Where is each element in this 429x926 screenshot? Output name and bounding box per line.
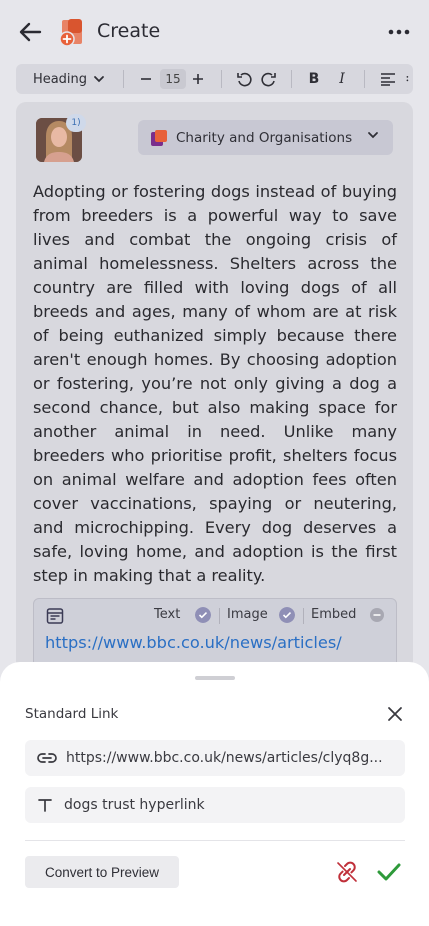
align-button[interactable]: [378, 64, 398, 94]
divider: [25, 840, 405, 841]
embed-option-image[interactable]: Image: [227, 607, 268, 622]
link-icon: [37, 753, 57, 763]
category-dropdown[interactable]: Charity and Organisations: [138, 120, 393, 155]
style-dropdown[interactable]: Heading: [30, 64, 108, 94]
font-size-value[interactable]: 15: [160, 69, 186, 89]
italic-button[interactable]: I: [332, 64, 352, 94]
bold-button[interactable]: B: [304, 64, 324, 94]
redo-icon: [261, 72, 276, 87]
embed-url-link[interactable]: https://www.bbc.co.uk/news/articles/: [45, 633, 342, 652]
more-options-icon[interactable]: [388, 22, 410, 42]
app-header: Create: [0, 0, 429, 62]
list-icon: [406, 76, 409, 82]
decrease-size-button[interactable]: [136, 64, 156, 94]
sheet-title: Standard Link: [25, 706, 119, 722]
embed-option-text[interactable]: Text: [154, 607, 180, 622]
link-url-field[interactable]: https://www.bbc.co.uk/news/articles/clyq…: [25, 740, 405, 776]
minus-icon: [141, 78, 151, 80]
back-arrow-icon[interactable]: [18, 20, 44, 44]
redo-button[interactable]: [259, 64, 279, 94]
increase-size-button[interactable]: [188, 64, 208, 94]
link-url-value: https://www.bbc.co.uk/news/articles/clyq…: [66, 750, 383, 766]
undo-button[interactable]: [234, 64, 254, 94]
category-label: Charity and Organisations: [176, 129, 353, 146]
style-label: Heading: [32, 71, 88, 87]
undo-icon: [237, 72, 252, 87]
charity-icon: [151, 129, 167, 146]
unlink-icon[interactable]: [335, 860, 359, 884]
chevron-down-icon: [368, 132, 378, 139]
post-body-text[interactable]: Adopting or fostering dogs instead of bu…: [33, 180, 397, 588]
more-toolbar-button[interactable]: [406, 64, 413, 94]
align-left-icon: [381, 73, 395, 86]
close-icon[interactable]: [386, 705, 404, 723]
page-title: Create: [97, 20, 161, 42]
plus-icon: [193, 74, 203, 84]
embed-option-embed[interactable]: Embed: [311, 607, 356, 622]
convert-to-preview-button[interactable]: Convert to Preview: [25, 856, 179, 888]
text-icon: [38, 799, 52, 812]
article-icon: [46, 608, 64, 624]
audio-badge: 1): [66, 114, 86, 132]
sheet-drag-handle[interactable]: [195, 676, 235, 680]
check-icon[interactable]: [376, 860, 402, 884]
check-circle-icon: [279, 607, 295, 623]
check-circle-icon: [195, 607, 211, 623]
formatting-toolbar: Heading 15 B I: [16, 64, 413, 94]
chevron-down-icon: [94, 76, 104, 83]
minus-circle-icon: [370, 608, 384, 622]
app-logo-icon: [59, 19, 82, 47]
link-text-value: dogs trust hyperlink: [64, 797, 205, 813]
link-text-field[interactable]: dogs trust hyperlink: [25, 787, 405, 823]
